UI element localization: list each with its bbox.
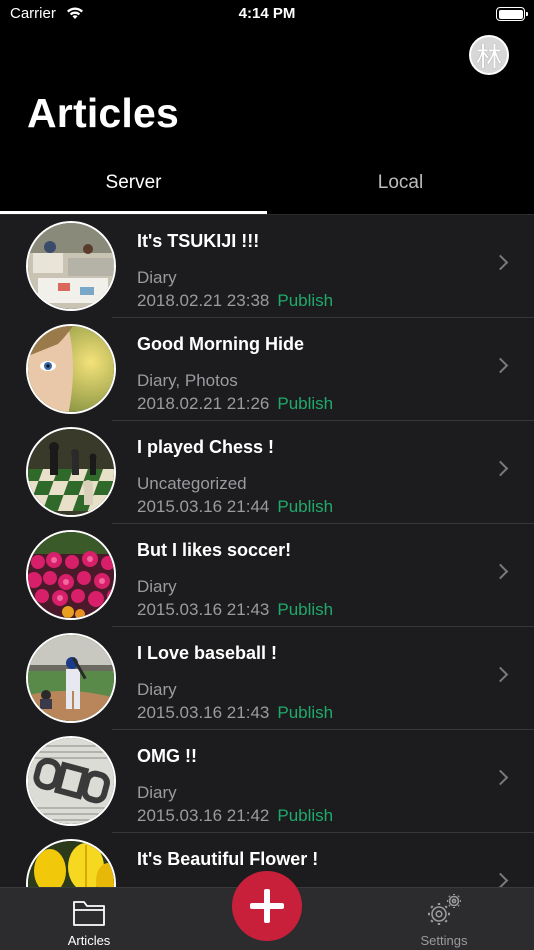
article-thumbnail bbox=[26, 736, 116, 826]
article-category: Diary, Photos bbox=[137, 371, 238, 390]
article-row[interactable]: OMG !! Diary 2015.03.16 21:42 Publish bbox=[0, 730, 534, 833]
avatar-character: 林 bbox=[475, 42, 502, 73]
article-title: It's Beautiful Flower ! bbox=[137, 849, 319, 869]
article-status: Publish bbox=[277, 291, 334, 310]
article-row[interactable]: Good Morning Hide Diary, Photos 2018.02.… bbox=[0, 318, 534, 421]
article-category: Uncategorized bbox=[137, 474, 247, 493]
article-row[interactable]: I played Chess ! Uncategorized 2015.03.1… bbox=[0, 421, 534, 524]
article-date: 2018.02.21 21:26 bbox=[137, 394, 270, 413]
article-meta: 2015.03.16 21:44 Publish bbox=[137, 497, 333, 517]
article-row[interactable]: But I likes soccer! Diary 2015.03.16 21:… bbox=[0, 524, 534, 627]
chevron-right-icon bbox=[492, 254, 509, 271]
article-thumbnail bbox=[26, 427, 116, 517]
gear-icon bbox=[428, 894, 461, 925]
article-list[interactable]: It's TSUKIJI !!! Diary 2018.02.21 23:38 P… bbox=[0, 215, 534, 887]
folder-icon bbox=[73, 901, 105, 926]
article-status: Publish bbox=[277, 600, 334, 619]
battery-icon bbox=[496, 7, 528, 21]
article-title: OMG !! bbox=[137, 746, 197, 766]
tab-local[interactable]: Local bbox=[267, 160, 534, 215]
article-status: Publish bbox=[277, 703, 334, 722]
profile-avatar[interactable]: 林 bbox=[469, 35, 509, 75]
article-date: 2015.03.16 21:42 bbox=[137, 806, 270, 825]
article-title: I Love baseball ! bbox=[137, 643, 278, 663]
status-bar: Carrier 4:14 PM bbox=[0, 0, 534, 30]
article-category: Diary bbox=[137, 268, 177, 287]
source-segmented-control: Server Local bbox=[0, 160, 534, 215]
page-title: Articles bbox=[27, 90, 180, 136]
add-article-button[interactable] bbox=[232, 871, 302, 941]
article-meta: 2018.02.21 23:38 Publish bbox=[137, 291, 333, 311]
tab-articles-label: Articles bbox=[67, 933, 111, 948]
article-thumbnail bbox=[26, 839, 116, 887]
chess-photo-image bbox=[28, 429, 114, 515]
article-meta: 2015.03.16 21:43 Publish bbox=[137, 703, 333, 723]
article-date: 2015.03.16 21:43 bbox=[137, 703, 270, 722]
article-row[interactable]: I Love baseball ! Diary 2015.03.16 21:43… bbox=[0, 627, 534, 730]
tulip-photo-image bbox=[28, 841, 114, 887]
article-status: Publish bbox=[277, 806, 334, 825]
tab-settings-label: Settings bbox=[420, 933, 468, 948]
article-status: Publish bbox=[277, 497, 334, 516]
article-thumbnail bbox=[26, 221, 116, 311]
newspaper-photo-image bbox=[28, 738, 114, 824]
chevron-right-icon bbox=[492, 872, 509, 887]
article-date: 2015.03.16 21:44 bbox=[137, 497, 270, 516]
selected-tab-indicator bbox=[0, 211, 267, 214]
article-thumbnail bbox=[26, 530, 116, 620]
article-meta: 2015.03.16 21:42 Publish bbox=[137, 806, 333, 826]
baseball-photo-image bbox=[28, 635, 114, 721]
chevron-right-icon bbox=[492, 666, 509, 683]
article-date: 2018.02.21 23:38 bbox=[137, 291, 270, 310]
article-meta: 2018.02.21 21:26 Publish bbox=[137, 394, 333, 414]
article-title: It's TSUKIJI !!! bbox=[137, 231, 260, 251]
chevron-right-icon bbox=[492, 563, 509, 580]
article-meta: 2015.03.16 21:43 Publish bbox=[137, 600, 333, 620]
article-title: I played Chess ! bbox=[137, 437, 275, 457]
article-thumbnail bbox=[26, 633, 116, 723]
article-title: But I likes soccer! bbox=[137, 540, 292, 560]
chevron-right-icon bbox=[492, 357, 509, 374]
article-row[interactable]: It's TSUKIJI !!! Diary 2018.02.21 23:38 P… bbox=[0, 215, 534, 318]
tab-server[interactable]: Server bbox=[0, 160, 267, 215]
market-photo-image bbox=[28, 223, 114, 309]
chevron-right-icon bbox=[492, 769, 509, 786]
status-time: 4:14 PM bbox=[238, 5, 296, 22]
chevron-right-icon bbox=[492, 460, 509, 477]
article-title: Good Morning Hide bbox=[137, 334, 304, 354]
portrait-photo-image bbox=[28, 326, 114, 412]
article-status: Publish bbox=[277, 394, 334, 413]
plus-icon-vertical bbox=[264, 889, 270, 923]
article-thumbnail bbox=[26, 324, 116, 414]
article-date: 2015.03.16 21:43 bbox=[137, 600, 270, 619]
article-category: Diary bbox=[137, 680, 177, 699]
article-category: Diary bbox=[137, 783, 177, 802]
article-category: Diary bbox=[137, 577, 177, 596]
flowers-photo-image bbox=[28, 532, 114, 618]
